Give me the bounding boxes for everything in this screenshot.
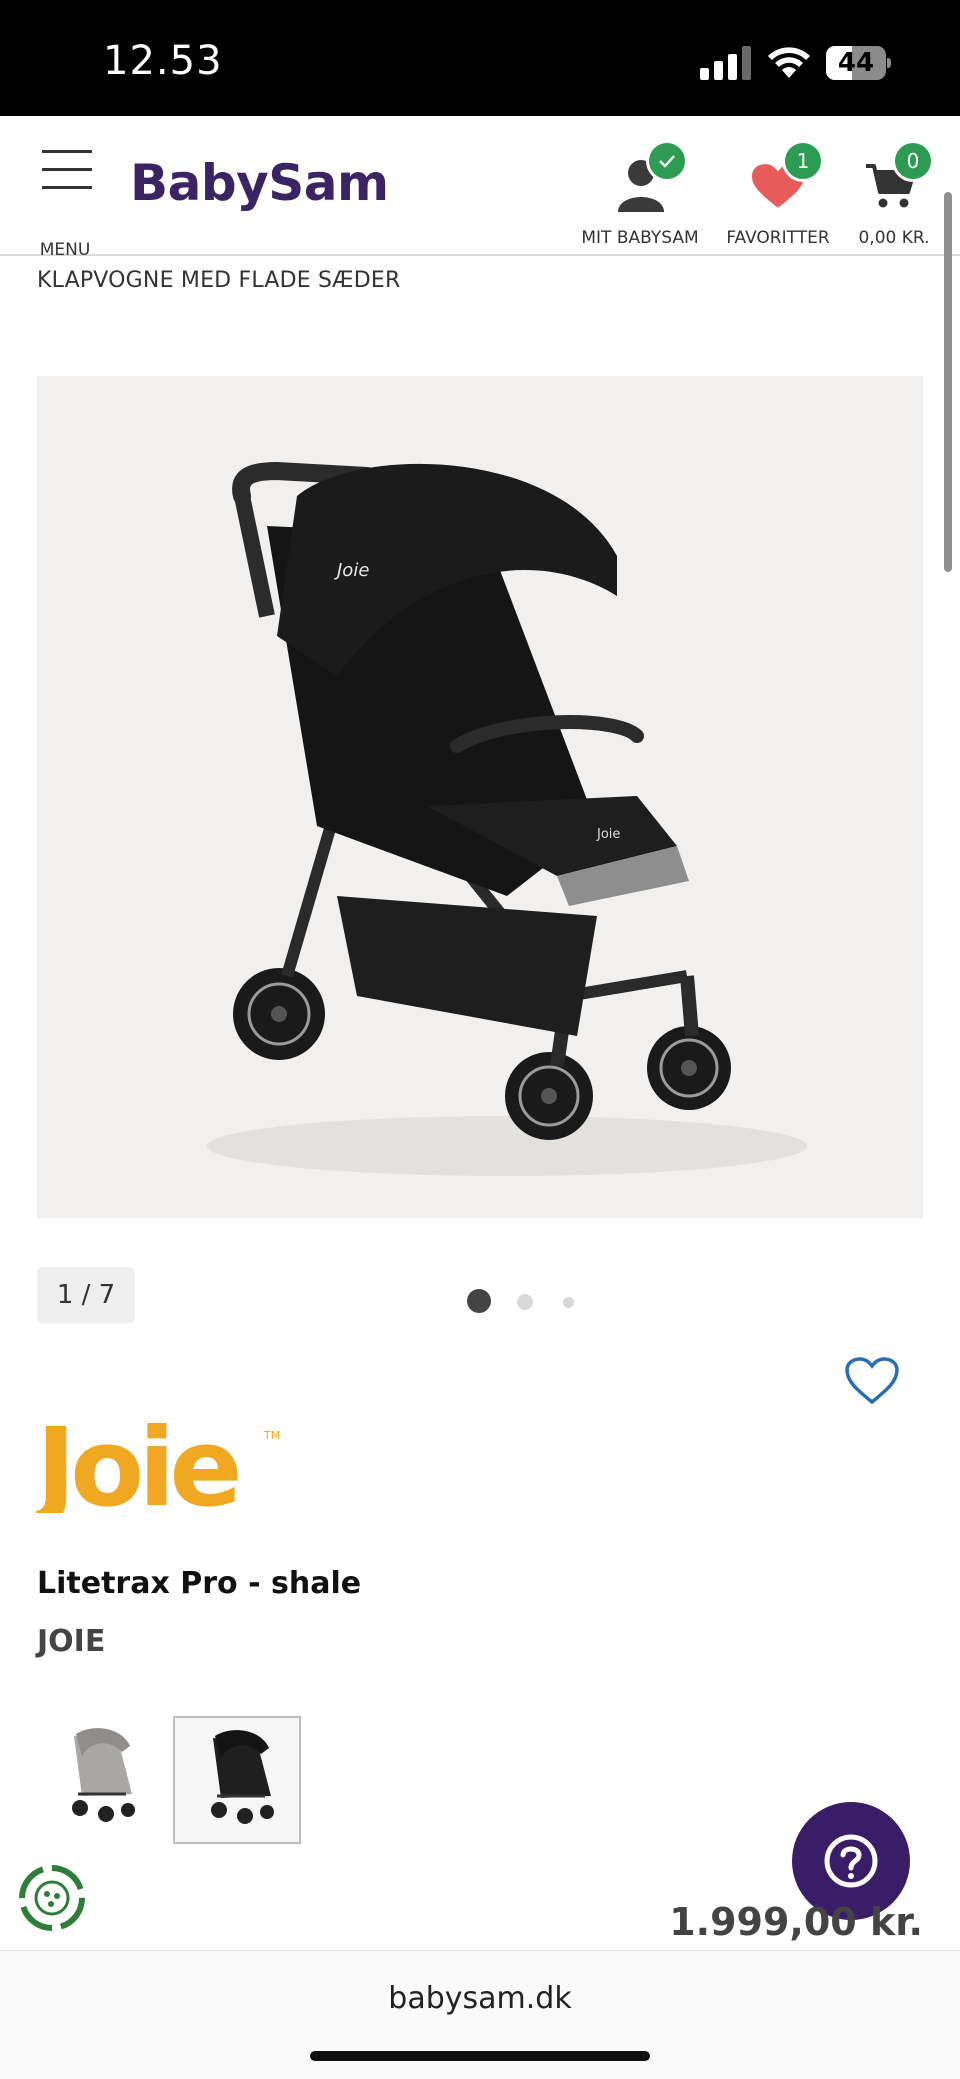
product-price: 1.999,00 kr. [669, 1900, 923, 1944]
favorites-button[interactable]: 1 FAVORITTER [718, 136, 838, 248]
stroller-thumb-black [211, 1730, 274, 1824]
product-name: Litetrax Pro - shale [37, 1566, 362, 1601]
url-text: babysam.dk [388, 1981, 572, 2016]
account-label: MIT BABYSAM [581, 228, 699, 248]
site-header: MENU BabySam MIT BABYSAM 1 FAVORITTER 0 [0, 116, 960, 260]
cart-count-badge: 0 [892, 140, 934, 182]
menu-label: MENU [39, 240, 91, 260]
image-counter: 1 / 7 [37, 1267, 135, 1323]
svg-text:Joie: Joie [596, 827, 620, 842]
status-bar: 12.53 44 [0, 0, 960, 116]
check-icon [659, 155, 675, 168]
svg-text:Joie: Joie [36, 1406, 238, 1513]
carousel-dot[interactable] [517, 1294, 533, 1310]
hamburger-icon [42, 150, 92, 153]
status-time: 12.53 [103, 38, 223, 84]
page-scrollbar[interactable] [944, 192, 952, 572]
battery-percent: 44 [837, 48, 875, 78]
carousel-dot-active[interactable] [467, 1289, 491, 1313]
home-indicator[interactable] [310, 2051, 650, 2061]
battery-icon: 44 [826, 46, 892, 80]
recycle-icon[interactable] [16, 1862, 88, 1934]
variant-thumb-black[interactable] [173, 1716, 301, 1844]
carousel-dot[interactable] [563, 1297, 574, 1308]
signal-icon [700, 46, 751, 80]
favorites-label: FAVORITTER [726, 228, 830, 248]
browser-url-bar[interactable]: babysam.dk [0, 1950, 960, 2079]
favorites-count-badge: 1 [782, 140, 824, 182]
cart-total-label: 0,00 KR. [858, 228, 930, 248]
account-check-badge [646, 140, 688, 182]
product-brand[interactable]: JOIE [37, 1624, 105, 1659]
joie-brand-logo[interactable]: Joie TM [36, 1395, 296, 1513]
wifi-icon [768, 47, 810, 78]
svg-text:TM: TM [263, 1429, 280, 1442]
svg-text:Joie: Joie [334, 560, 369, 581]
breadcrumb-category-link[interactable]: KLAPVOGNE MED FLADE SÆDER [37, 268, 401, 293]
menu-button[interactable]: MENU [36, 146, 96, 260]
favorite-heart-outline-icon[interactable] [844, 1356, 900, 1406]
stroller-thumb-grey [72, 1728, 135, 1822]
product-image[interactable]: Joie Joie [37, 376, 923, 1218]
account-button[interactable]: MIT BABYSAM [576, 136, 704, 248]
babysam-logo[interactable]: BabySam [130, 154, 389, 212]
variant-thumb-grey[interactable] [36, 1716, 160, 1840]
stroller-image: Joie Joie [207, 461, 807, 1176]
cart-button[interactable]: 0 0,00 KR. [850, 136, 938, 248]
